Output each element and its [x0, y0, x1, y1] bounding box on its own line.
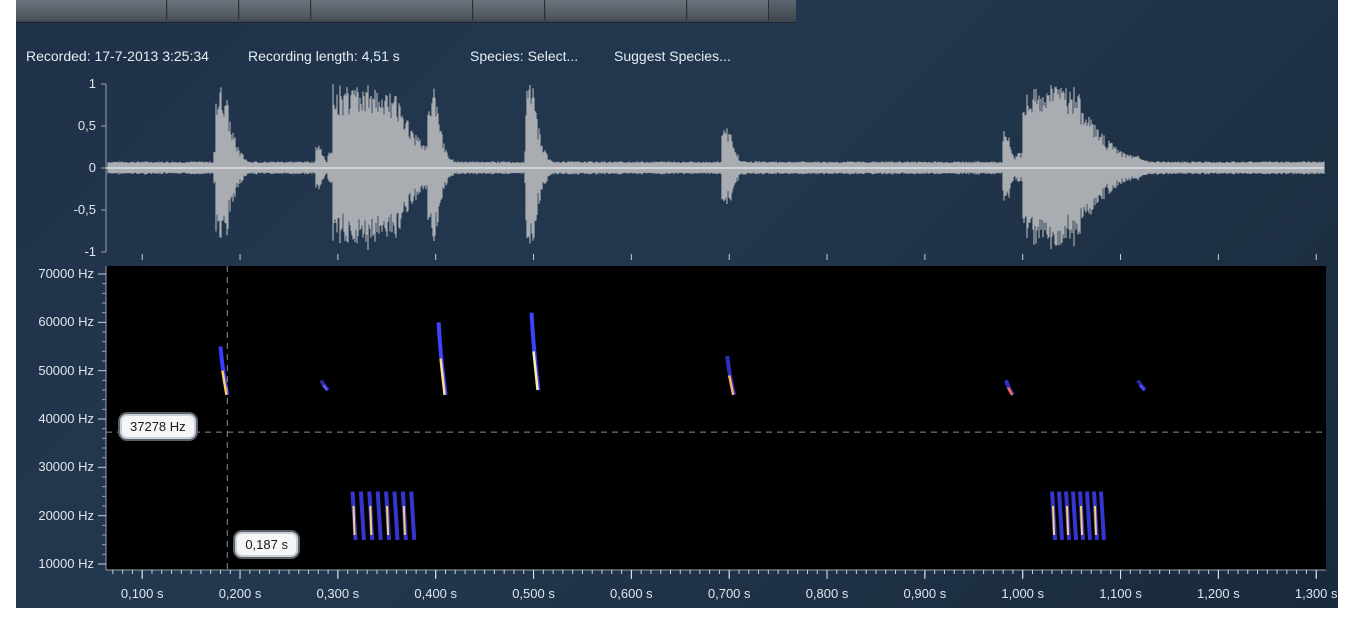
- social-call: [358, 491, 366, 540]
- social-call-peak: [352, 505, 356, 536]
- social-call-peak: [1052, 505, 1056, 536]
- cursor-frequency-label: 37278 Hz: [120, 414, 196, 440]
- social-call-peak: [1093, 505, 1097, 536]
- waveform-trace: [107, 84, 1325, 251]
- social-call-peak: [369, 505, 373, 536]
- social-call: [409, 491, 417, 540]
- spectrogram-calls: [218, 312, 1147, 540]
- social-call-peak: [402, 505, 406, 536]
- social-call-peak: [1080, 505, 1084, 536]
- social-call: [1057, 491, 1065, 540]
- social-call-peak: [1066, 505, 1070, 536]
- social-call: [1085, 491, 1092, 540]
- cursor-time-label: 0,187 s: [235, 532, 298, 557]
- social-call: [1071, 491, 1079, 540]
- bat-recording-viewer: Recorded: 17-7-2013 3:25:34 Recording le…: [16, 0, 1338, 608]
- waveform-and-axes: [98, 83, 1326, 579]
- social-call: [392, 491, 400, 540]
- social-call-peak: [386, 505, 390, 536]
- social-call: [1098, 491, 1106, 540]
- social-call: [375, 491, 383, 540]
